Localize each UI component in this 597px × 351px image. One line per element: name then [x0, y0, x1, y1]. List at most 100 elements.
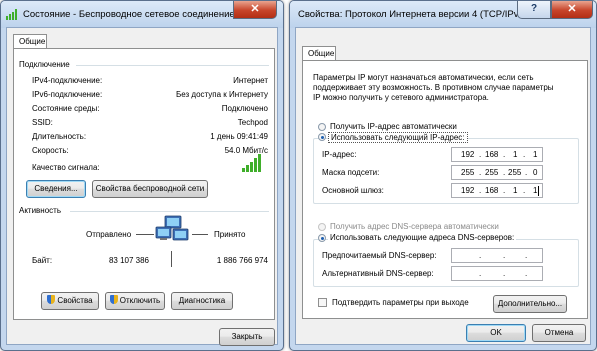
ip-octet-3: 1: [513, 150, 518, 159]
tab-general[interactable]: Общие: [13, 34, 47, 49]
general-panel: Параметры IP могут назначаться автоматич…: [302, 60, 588, 319]
ip-address-label: IP-адрес:: [322, 150, 357, 159]
text-caret: [538, 186, 539, 196]
default-gateway-input[interactable]: 192 . 168 . 1 . 1: [451, 183, 543, 198]
shield-icon: [109, 295, 118, 304]
received-label: Принято: [214, 230, 246, 239]
ip-manual-radio[interactable]: [318, 133, 326, 141]
connection-legend: Подключение: [19, 60, 70, 69]
ip-manual-label[interactable]: Использовать следующий IP-адрес:: [328, 132, 468, 143]
alternate-dns-input[interactable]: . . .: [451, 266, 543, 281]
default-gateway-label: Основной шлюз:: [322, 186, 384, 195]
subnet-mask-label: Маска подсети:: [322, 168, 380, 177]
ip-dot: .: [525, 168, 528, 177]
ssid-value: Techpod: [237, 118, 268, 127]
activity-divider: [70, 211, 269, 212]
ip-dot: .: [479, 269, 482, 278]
intro-line-3: IP можно получить у сетевого администрат…: [313, 93, 489, 102]
close-icon: ✕: [250, 3, 260, 15]
preferred-dns-label: Предпочитаемый DNS-сервер:: [322, 251, 437, 260]
gateway-octet-3: 1: [513, 186, 518, 195]
ip-auto-radio[interactable]: [318, 123, 326, 131]
window-title: Состояние - Беспроводное сетевое соедине…: [23, 9, 235, 20]
disable-button[interactable]: Отключить: [105, 292, 165, 310]
details-button[interactable]: Сведения...: [26, 180, 86, 198]
cancel-button[interactable]: Отмена: [532, 324, 586, 342]
ssid-label: SSID:: [32, 118, 53, 127]
advanced-button[interactable]: Дополнительно...: [493, 295, 567, 313]
validate-on-exit-label[interactable]: Подтвердить параметры при выходе: [332, 298, 469, 307]
bytes-label: Байт:: [32, 256, 53, 265]
ipv6-label: IPv6-подключение:: [32, 90, 103, 99]
ipv6-value: Без доступа к Интернету: [175, 90, 268, 99]
media-state-value: Подключено: [221, 104, 268, 113]
ipv4-label: IPv4-подключение:: [32, 76, 103, 85]
ip-octet-4: 1: [533, 150, 538, 159]
dns-auto-radio[interactable]: [318, 223, 326, 231]
bytes-separator: [171, 251, 172, 267]
general-panel: Подключение IPv4-подключение: Интернет I…: [13, 48, 275, 320]
close-icon: ✕: [567, 3, 577, 15]
properties-label: Свойства: [57, 296, 93, 305]
gateway-octet-2: 168: [485, 186, 499, 195]
duration-label: Длительность:: [32, 132, 87, 141]
ip-octet-1: 192: [461, 150, 475, 159]
help-button[interactable]: ?: [517, 1, 551, 19]
sent-line: [136, 234, 154, 235]
alternate-dns-label: Альтернативный DNS-сервер:: [322, 269, 434, 278]
dns-auto-label[interactable]: Получить адрес DNS-сервера автоматически: [330, 222, 499, 231]
subnet-mask-input[interactable]: 255 . 255 . 255 . 0: [451, 165, 543, 180]
intro-line-2: поддерживает эту возможность. В противно…: [313, 83, 554, 92]
media-state-label: Состояние среды:: [32, 104, 100, 113]
close-window-button[interactable]: ✕: [233, 1, 277, 19]
ip-dot: .: [479, 150, 482, 159]
ip-dot: .: [503, 168, 506, 177]
gateway-octet-1: 192: [461, 186, 475, 195]
received-line: [192, 234, 208, 235]
window-title: Свойства: Протокол Интернета версии 4 (T…: [298, 9, 527, 20]
signal-strength-icon: [242, 154, 261, 172]
mask-octet-1: 255: [461, 168, 475, 177]
dns-manual-radio[interactable]: [318, 234, 326, 242]
mask-octet-4: 0: [533, 168, 538, 177]
ipv4-properties-window: Свойства: Протокол Интернета версии 4 (T…: [289, 0, 597, 351]
connection-divider: [76, 65, 269, 66]
ip-dot: .: [525, 269, 528, 278]
ipv4-window-body: Общие Параметры IP могут назначаться авт…: [295, 27, 591, 345]
wireless-properties-button[interactable]: Свойства беспроводной сети: [92, 180, 208, 198]
wireless-network-icon: [6, 9, 17, 20]
ipv4-value: Интернет: [233, 76, 268, 85]
activity-legend: Активность: [19, 206, 62, 215]
bytes-sent-value: 83 107 386: [108, 256, 149, 265]
dns-manual-label[interactable]: Использовать следующие адреса DNS-сервер…: [328, 233, 517, 242]
mask-octet-2: 255: [485, 168, 499, 177]
ip-dot: .: [503, 251, 506, 260]
preferred-dns-input[interactable]: . . .: [451, 248, 543, 263]
sent-label: Отправлено: [86, 230, 132, 239]
diagnostics-button[interactable]: Диагностика: [171, 292, 233, 310]
ip-auto-label[interactable]: Получить IP-адрес автоматически: [330, 122, 457, 131]
close-window-button[interactable]: ✕: [551, 1, 593, 19]
ip-dot: .: [503, 150, 506, 159]
properties-button[interactable]: Свойства: [41, 292, 99, 310]
speed-label: Скорость:: [32, 146, 69, 155]
help-icon: ?: [530, 3, 538, 14]
intro-line-1: Параметры IP могут назначаться автоматич…: [313, 73, 534, 82]
bytes-received-value: 1 886 766 974: [216, 256, 268, 265]
ip-dot: .: [503, 269, 506, 278]
duration-value: 1 день 09:41:49: [210, 132, 268, 141]
status-window-body: Общие Подключение IPv4-подключение: Инте…: [6, 27, 278, 346]
ip-dot: .: [523, 150, 526, 159]
status-window: Состояние - Беспроводное сетевое соедине…: [0, 0, 284, 351]
validate-on-exit-checkbox[interactable]: [318, 298, 327, 307]
ip-dot: .: [523, 186, 526, 195]
ok-button[interactable]: OK: [466, 324, 526, 342]
tab-general[interactable]: Общие: [302, 46, 336, 61]
close-button[interactable]: Закрыть: [219, 328, 275, 346]
ip-address-input[interactable]: 192 . 168 . 1 . 1: [451, 147, 543, 162]
ip-dot: .: [503, 186, 506, 195]
ip-dot: .: [479, 251, 482, 260]
gateway-octet-4: 1: [533, 186, 538, 195]
network-computers-icon: [155, 215, 189, 241]
ip-dot: .: [479, 168, 482, 177]
